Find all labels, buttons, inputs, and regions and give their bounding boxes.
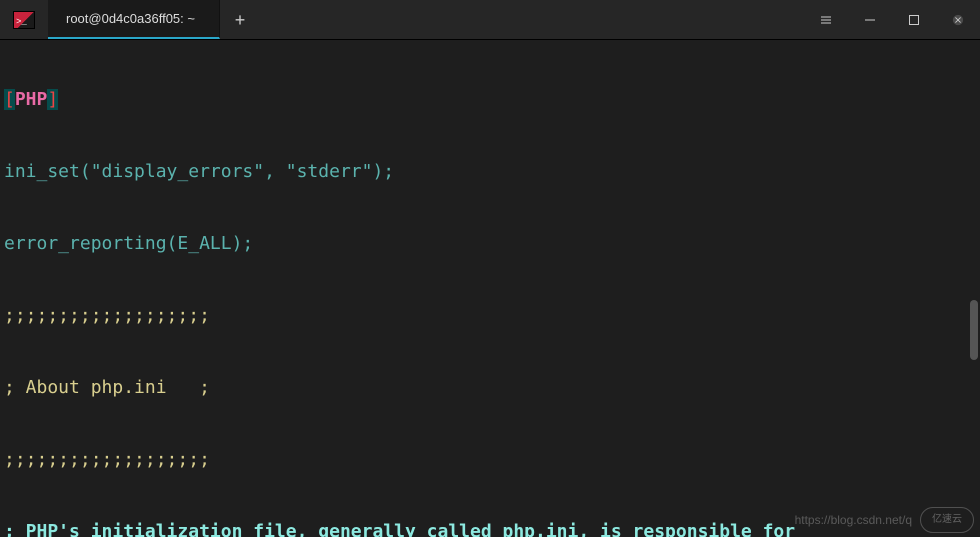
code-line: error_reporting(E_ALL); xyxy=(4,232,976,256)
watermark: https://blog.csdn.net/q 亿速云 xyxy=(795,507,974,533)
maximize-icon xyxy=(908,14,920,26)
php-label: PHP xyxy=(15,89,48,110)
bracket-open: [ xyxy=(4,89,15,110)
minimize-icon xyxy=(864,14,876,26)
minimize-button[interactable] xyxy=(848,0,892,40)
close-button[interactable] xyxy=(936,0,980,40)
maximize-button[interactable] xyxy=(892,0,936,40)
hamburger-icon xyxy=(820,14,832,26)
tab-strip: root@0d4c0a36ff05: ~ + xyxy=(48,0,804,39)
scrollbar-track[interactable] xyxy=(968,40,980,513)
terminal-icon xyxy=(13,11,35,29)
tab-active[interactable]: root@0d4c0a36ff05: ~ xyxy=(48,0,220,39)
new-tab-button[interactable]: + xyxy=(220,0,260,39)
code-line: ini_set("display_errors", "stderr"); xyxy=(4,160,976,184)
plus-icon: + xyxy=(235,8,246,32)
bracket-close: ] xyxy=(47,89,58,110)
scrollbar-thumb[interactable] xyxy=(970,300,978,360)
menu-button[interactable] xyxy=(804,0,848,40)
php-tag-line: [PHP] xyxy=(4,88,976,112)
comment-line: ; About php.ini ; xyxy=(4,376,976,400)
app-icon xyxy=(0,0,48,39)
watermark-logo: 亿速云 xyxy=(920,507,974,533)
window-titlebar: root@0d4c0a36ff05: ~ + xyxy=(0,0,980,40)
comment-line: ;;;;;;;;;;;;;;;;;;; xyxy=(4,448,976,472)
watermark-text: https://blog.csdn.net/q xyxy=(795,508,912,532)
comment-line: ;;;;;;;;;;;;;;;;;;; xyxy=(4,304,976,328)
tab-title: root@0d4c0a36ff05: ~ xyxy=(66,7,195,31)
window-controls xyxy=(804,0,980,39)
terminal-viewport[interactable]: [PHP] ini_set("display_errors", "stderr"… xyxy=(0,40,980,537)
close-icon xyxy=(952,14,964,26)
